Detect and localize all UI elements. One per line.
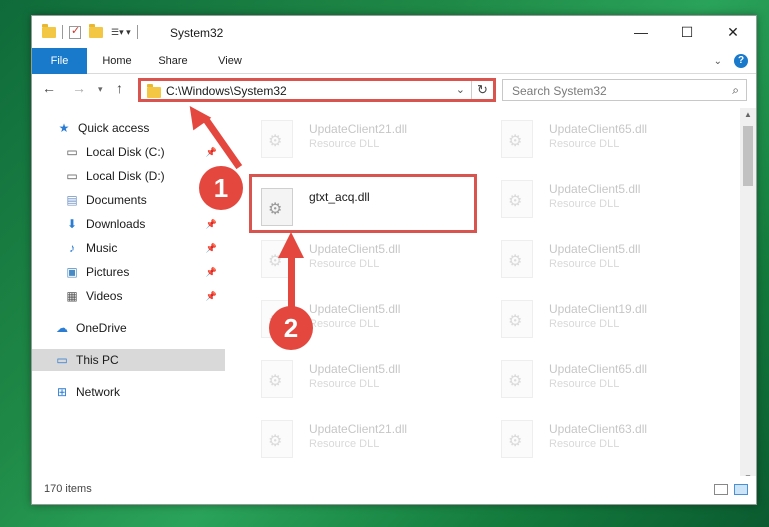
pin-icon: 📌 bbox=[205, 290, 217, 301]
new-folder-icon[interactable] bbox=[89, 23, 103, 38]
tab-file[interactable]: File bbox=[32, 48, 87, 74]
file-item[interactable]: UpdateClient19.dll Resource DLL bbox=[487, 290, 717, 346]
folder-icon bbox=[42, 23, 56, 38]
sidebar-item-onedrive[interactable]: ☁ OneDrive bbox=[32, 317, 225, 339]
title-bar: ☰▾ ▾ System32 — ☐ ✕ bbox=[32, 16, 756, 48]
sidebar-item-this-pc[interactable]: ▭ This PC bbox=[32, 349, 225, 371]
drive-icon: ▭ bbox=[66, 145, 78, 159]
dll-file-icon bbox=[261, 120, 293, 158]
star-icon: ★ bbox=[58, 121, 70, 135]
address-dropdown-chevron-icon[interactable]: ⌄ bbox=[456, 83, 465, 96]
details-view-icon[interactable] bbox=[714, 484, 728, 495]
recent-locations-chevron-icon[interactable]: ▾ bbox=[98, 84, 103, 95]
scrollbar-thumb[interactable] bbox=[743, 126, 753, 186]
file-item[interactable]: UpdateClient63.dll Resource DLL bbox=[487, 410, 717, 466]
address-path[interactable]: C:\Windows\System32 bbox=[166, 84, 287, 98]
file-explorer-window: ☰▾ ▾ System32 — ☐ ✕ File Home Share View… bbox=[31, 15, 757, 505]
sidebar-item-local-disk-c[interactable]: ▭ Local Disk (C:) 📌 bbox=[32, 141, 225, 163]
window-title: System32 bbox=[170, 26, 224, 40]
forward-arrow-icon[interactable]: → bbox=[72, 80, 86, 96]
help-icon[interactable]: ? bbox=[734, 54, 748, 68]
close-button[interactable]: ✕ bbox=[710, 16, 756, 48]
navigation-bar: ← → ▾ ↑ C:\Windows\System32 ⌄ ↻ Search S… bbox=[32, 74, 756, 108]
search-input[interactable]: Search System32 ⌕ bbox=[502, 79, 747, 101]
pin-icon: 📌 bbox=[205, 218, 217, 229]
dll-file-icon bbox=[261, 420, 293, 458]
dll-file-icon bbox=[501, 120, 533, 158]
file-item[interactable]: UpdateClient21.dll Resource DLL bbox=[247, 110, 477, 166]
ribbon-tabs: File Home Share View ⌄ ? bbox=[32, 48, 756, 74]
dll-file-icon bbox=[501, 240, 533, 278]
dll-file-icon bbox=[501, 180, 533, 218]
search-placeholder: Search System32 bbox=[512, 84, 607, 98]
tab-share[interactable]: Share bbox=[150, 48, 196, 74]
tab-view[interactable]: View bbox=[208, 48, 252, 74]
sidebar-item-pictures[interactable]: ▣ Pictures 📌 bbox=[32, 261, 225, 283]
large-icons-view-icon[interactable] bbox=[734, 484, 748, 495]
file-item[interactable]: UpdateClient65.dll Resource DLL bbox=[487, 350, 717, 406]
file-list: UpdateClient21.dll Resource DLL UpdateCl… bbox=[237, 108, 739, 488]
search-icon[interactable]: ⌕ bbox=[732, 83, 739, 98]
pin-icon: 📌 bbox=[205, 266, 217, 277]
step-1-badge: 1 bbox=[199, 166, 243, 210]
network-icon: ⊞ bbox=[56, 385, 68, 399]
file-item[interactable]: UpdateClient65.dll Resource DLL bbox=[487, 110, 717, 166]
navigation-pane: ★ Quick access ▭ Local Disk (C:) 📌 ▭ Loc… bbox=[32, 108, 225, 468]
sidebar-item-local-disk-d[interactable]: ▭ Local Disk (D:) bbox=[32, 165, 225, 187]
properties-icon[interactable] bbox=[69, 24, 81, 39]
pin-icon: 📌 bbox=[205, 146, 217, 157]
dll-file-icon bbox=[261, 360, 293, 398]
sidebar-item-downloads[interactable]: ⬇ Downloads 📌 bbox=[32, 213, 225, 235]
folder-icon bbox=[147, 84, 161, 98]
annotation-arrow-2 bbox=[278, 232, 304, 258]
drive-icon: ▭ bbox=[66, 169, 78, 183]
scroll-up-icon[interactable]: ▲ bbox=[744, 110, 752, 119]
selected-file-highlight bbox=[249, 174, 477, 233]
documents-icon: ▤ bbox=[66, 193, 78, 207]
pictures-icon: ▣ bbox=[66, 265, 78, 279]
file-item[interactable]: UpdateClient21.dll Resource DLL bbox=[247, 410, 477, 466]
dll-file-icon bbox=[501, 300, 533, 338]
pin-icon: 📌 bbox=[205, 242, 217, 253]
sidebar-item-network[interactable]: ⊞ Network bbox=[32, 381, 225, 403]
vertical-scrollbar[interactable]: ▲ ▼ bbox=[740, 108, 756, 484]
item-count: 170 items bbox=[44, 483, 92, 495]
back-arrow-icon[interactable]: ← bbox=[42, 80, 56, 96]
sidebar-item-music[interactable]: ♪ Music 📌 bbox=[32, 237, 225, 259]
address-bar[interactable]: C:\Windows\System32 ⌄ ↻ bbox=[138, 78, 496, 102]
music-icon: ♪ bbox=[69, 241, 75, 255]
cloud-icon: ☁ bbox=[56, 321, 68, 335]
refresh-icon[interactable]: ↻ bbox=[471, 81, 493, 99]
maximize-button[interactable]: ☐ bbox=[664, 16, 710, 48]
up-arrow-icon[interactable]: ↑ bbox=[116, 80, 123, 96]
dll-file-icon bbox=[501, 360, 533, 398]
videos-icon: ▦ bbox=[66, 289, 78, 303]
dll-file-icon bbox=[501, 420, 533, 458]
download-icon: ⬇ bbox=[66, 217, 78, 231]
file-item[interactable]: UpdateClient5.dll Resource DLL bbox=[247, 350, 477, 406]
ribbon-expand-chevron-down-icon[interactable]: ⌄ bbox=[714, 56, 722, 67]
step-2-badge: 2 bbox=[269, 306, 313, 350]
computer-icon: ▭ bbox=[56, 353, 68, 367]
tab-home[interactable]: Home bbox=[94, 48, 140, 74]
file-item[interactable]: UpdateClient5.dll Resource DLL bbox=[487, 230, 717, 286]
annotation-arrow-2-shaft bbox=[288, 256, 295, 308]
sidebar-item-videos[interactable]: ▦ Videos 📌 bbox=[32, 285, 225, 307]
minimize-button[interactable]: — bbox=[618, 16, 664, 48]
sidebar-item-documents[interactable]: ▤ Documents 📌 bbox=[32, 189, 225, 211]
quick-access-customize-icon[interactable]: ☰▾ ▾ bbox=[111, 27, 131, 38]
file-item[interactable]: UpdateClient5.dll Resource DLL bbox=[487, 170, 717, 226]
status-bar: 170 items bbox=[32, 476, 756, 504]
